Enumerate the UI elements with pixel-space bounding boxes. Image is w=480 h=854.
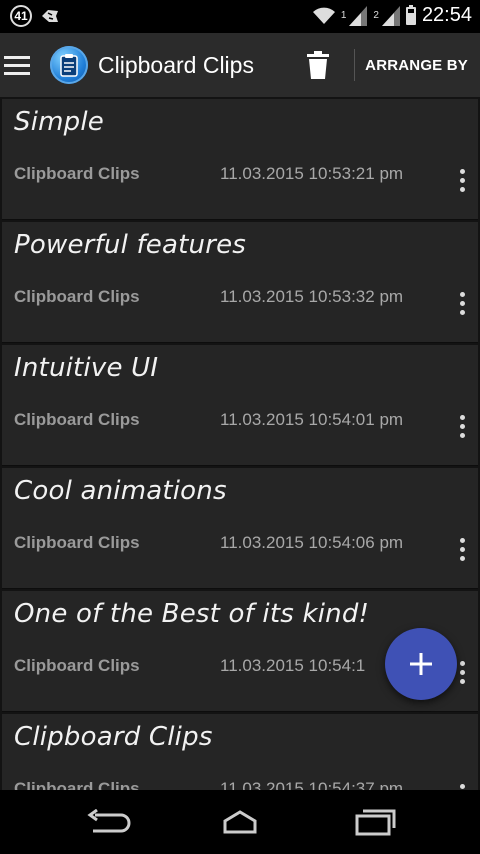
app-bar: Clipboard Clips ARRANGE BY bbox=[0, 33, 480, 97]
clip-source: Clipboard Clips bbox=[14, 164, 140, 183]
sim2-label: 2 bbox=[373, 10, 379, 21]
clipboard-logo-icon bbox=[50, 46, 88, 84]
sim1-label: 1 bbox=[340, 10, 347, 21]
add-clip-button[interactable] bbox=[385, 628, 457, 700]
clip-card[interactable]: Intuitive UI Clipboard Clips 11.03.2015 … bbox=[2, 345, 478, 466]
clip-timestamp: 11.03.2015 10:54:1 bbox=[220, 656, 366, 675]
clip-title: One of the Best of its kind! bbox=[14, 599, 370, 629]
clip-card[interactable]: Cool animations Clipboard Clips 11.03.20… bbox=[2, 468, 478, 589]
clip-source: Clipboard Clips bbox=[14, 779, 140, 790]
home-icon bbox=[223, 810, 257, 834]
clip-source: Clipboard Clips bbox=[14, 410, 140, 429]
clip-title: Powerful features bbox=[14, 230, 247, 260]
more-options-icon[interactable] bbox=[452, 169, 472, 199]
recent-apps-icon bbox=[355, 809, 396, 836]
signal-sim1-icon bbox=[349, 5, 368, 26]
clip-timestamp: 11.03.2015 10:53:32 pm bbox=[220, 287, 404, 306]
clip-title: Cool animations bbox=[14, 476, 227, 506]
clip-source: Clipboard Clips bbox=[14, 533, 140, 552]
navigation-bar bbox=[0, 790, 480, 854]
notification-count-badge: 41 bbox=[10, 5, 32, 27]
more-options-icon[interactable] bbox=[452, 415, 472, 445]
back-button[interactable] bbox=[77, 804, 137, 840]
clip-source: Clipboard Clips bbox=[14, 287, 140, 306]
battery-icon bbox=[405, 4, 416, 25]
clip-timestamp: 11.03.2015 10:54:01 pm bbox=[220, 410, 404, 429]
plus-icon bbox=[410, 653, 432, 675]
recent-apps-button[interactable] bbox=[345, 804, 405, 840]
tiger-notification-icon bbox=[42, 10, 58, 22]
status-time: 22:54 bbox=[421, 4, 472, 26]
menu-icon[interactable] bbox=[4, 50, 34, 81]
clip-title: Simple bbox=[14, 107, 104, 137]
clip-timestamp: 11.03.2015 10:53:21 pm bbox=[220, 164, 404, 183]
signal-sim2-icon bbox=[381, 5, 400, 26]
back-icon bbox=[87, 809, 131, 833]
more-options-icon[interactable] bbox=[452, 292, 472, 322]
home-button[interactable] bbox=[210, 804, 270, 840]
clip-title: Intuitive UI bbox=[14, 353, 159, 383]
wifi-icon bbox=[312, 7, 335, 24]
clip-timestamp: 11.03.2015 10:54:37 pm bbox=[220, 779, 404, 790]
clip-card[interactable]: Clipboard Clips Clipboard Clips 11.03.20… bbox=[2, 714, 478, 790]
status-bar: 41 1 2 22:54 bbox=[0, 0, 480, 33]
app-title: Clipboard Clips bbox=[98, 51, 254, 78]
clip-card[interactable]: Simple Clipboard Clips 11.03.2015 10:53:… bbox=[2, 99, 478, 220]
delete-button[interactable] bbox=[298, 45, 338, 85]
clip-title: Clipboard Clips bbox=[14, 722, 213, 752]
clip-timestamp: 11.03.2015 10:54:06 pm bbox=[220, 533, 404, 552]
clip-card[interactable]: Powerful features Clipboard Clips 11.03.… bbox=[2, 222, 478, 343]
clip-source: Clipboard Clips bbox=[14, 656, 140, 675]
more-options-icon[interactable] bbox=[452, 538, 472, 568]
trash-icon bbox=[307, 51, 330, 79]
arrange-by-button[interactable]: ARRANGE BY bbox=[365, 57, 468, 74]
toolbar-divider bbox=[354, 49, 356, 81]
